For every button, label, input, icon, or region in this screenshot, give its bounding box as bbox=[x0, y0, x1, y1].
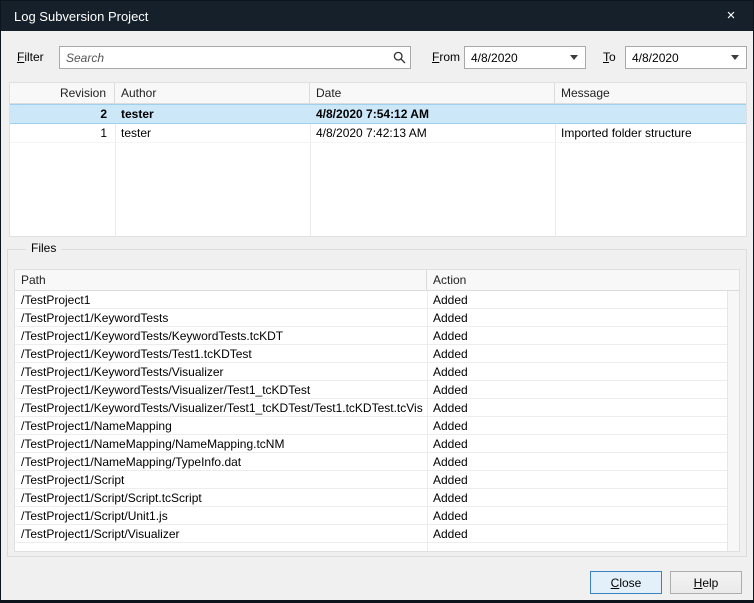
files-header: PathAction bbox=[15, 270, 739, 291]
search-box[interactable] bbox=[59, 46, 411, 69]
filter-label: Filter bbox=[17, 46, 44, 69]
cell-author: tester bbox=[115, 124, 310, 142]
revisions-header: RevisionAuthorDateMessage bbox=[10, 83, 746, 104]
cell-action: Added bbox=[427, 471, 739, 488]
close-icon[interactable]: × bbox=[709, 1, 753, 31]
cell-path: /TestProject1/NameMapping bbox=[15, 417, 427, 434]
file-row[interactable]: /TestProject1Added bbox=[15, 291, 739, 309]
cell-path: /TestProject1/NameMapping/TypeInfo.dat bbox=[15, 453, 427, 470]
window-title: Log Subversion Project bbox=[1, 9, 148, 24]
column-header-author[interactable]: Author bbox=[115, 83, 310, 103]
revision-row[interactable]: 1tester4/8/2020 7:42:13 AMImported folde… bbox=[10, 124, 746, 143]
search-input[interactable] bbox=[60, 47, 388, 68]
log-subversion-dialog: Log Subversion Project × Filter From 4/8… bbox=[0, 0, 754, 603]
cell-path: /TestProject1/KeywordTests bbox=[15, 309, 427, 326]
chevron-down-icon bbox=[570, 55, 578, 60]
cell-path: /TestProject1 bbox=[15, 291, 427, 308]
revision-row[interactable]: 2tester4/8/2020 7:54:12 AM bbox=[10, 104, 746, 124]
file-row[interactable]: /TestProject1/NameMapping/NameMapping.tc… bbox=[15, 435, 739, 453]
cell-author: tester bbox=[115, 105, 310, 123]
column-header-message[interactable]: Message bbox=[555, 83, 746, 103]
cell-action: Added bbox=[427, 453, 739, 470]
to-label: To bbox=[603, 46, 616, 69]
cell-revision: 2 bbox=[10, 105, 115, 123]
revisions-table: RevisionAuthorDateMessage 2tester4/8/202… bbox=[9, 82, 747, 237]
cell-action: Added bbox=[427, 291, 739, 308]
files-group: Files PathAction /TestProject1Added/Test… bbox=[7, 249, 747, 557]
file-row[interactable]: /TestProject1/KeywordTests/Visualizer/Te… bbox=[15, 381, 739, 399]
cell-revision: 1 bbox=[10, 124, 115, 142]
titlebar[interactable]: Log Subversion Project × bbox=[1, 1, 753, 31]
from-label: From bbox=[432, 46, 460, 69]
chevron-down-icon bbox=[731, 55, 739, 60]
cell-action: Added bbox=[427, 489, 739, 506]
cell-path: /TestProject1/Script/Script.tcScript bbox=[15, 489, 427, 506]
to-date-dropdown[interactable]: 4/8/2020 bbox=[625, 46, 747, 69]
file-row[interactable]: /TestProject1/KeywordTests/VisualizerAdd… bbox=[15, 363, 739, 381]
cell-action: Added bbox=[427, 327, 739, 344]
files-table: PathAction /TestProject1Added/TestProjec… bbox=[14, 269, 740, 552]
to-date-value: 4/8/2020 bbox=[626, 51, 731, 65]
cell-path: /TestProject1/Script/Unit1.js bbox=[15, 507, 427, 524]
cell-action: Added bbox=[427, 363, 739, 380]
file-row[interactable]: /TestProject1/Script/Unit1.jsAdded bbox=[15, 507, 739, 525]
file-row[interactable]: /TestProject1/KeywordTests/Visualizer/Te… bbox=[15, 399, 739, 417]
revisions-body: 2tester4/8/2020 7:54:12 AM1tester4/8/202… bbox=[10, 104, 746, 143]
column-header-action[interactable]: Action bbox=[427, 270, 739, 290]
cell-action: Added bbox=[427, 381, 739, 398]
cell-path: /TestProject1/KeywordTests/Visualizer bbox=[15, 363, 427, 380]
cell-action: Added bbox=[427, 507, 739, 524]
from-date-dropdown[interactable]: 4/8/2020 bbox=[464, 46, 586, 69]
cell-path: /TestProject1/Script bbox=[15, 471, 427, 488]
cell-action: Added bbox=[427, 309, 739, 326]
file-row[interactable]: /TestProject1/NameMapping/TypeInfo.datAd… bbox=[15, 453, 739, 471]
cell-path: /TestProject1/KeywordTests/Visualizer/Te… bbox=[15, 399, 427, 416]
file-row[interactable]: /TestProject1/Script/Script.tcScriptAdde… bbox=[15, 489, 739, 507]
grid-line bbox=[427, 291, 428, 551]
file-row[interactable]: /TestProject1/Script/VisualizerAdded bbox=[15, 525, 739, 543]
search-icon[interactable] bbox=[388, 51, 410, 64]
cell-message bbox=[555, 105, 746, 123]
cell-action: Added bbox=[427, 435, 739, 452]
column-header-revision[interactable]: Revision bbox=[10, 83, 115, 103]
cell-path: /TestProject1/Script/Visualizer bbox=[15, 525, 427, 542]
column-header-date[interactable]: Date bbox=[310, 83, 555, 103]
files-scrollbar[interactable] bbox=[727, 291, 739, 551]
file-row[interactable]: /TestProject1/ScriptAdded bbox=[15, 471, 739, 489]
files-group-label: Files bbox=[26, 241, 61, 255]
from-date-value: 4/8/2020 bbox=[465, 51, 570, 65]
help-button[interactable]: Help bbox=[670, 571, 742, 594]
cell-action: Added bbox=[427, 417, 739, 434]
cell-path: /TestProject1/KeywordTests/KeywordTests.… bbox=[15, 327, 427, 344]
cell-message: Imported folder structure bbox=[555, 124, 746, 142]
cell-action: Added bbox=[427, 525, 739, 542]
file-row[interactable]: /TestProject1/KeywordTests/Test1.tcKDTes… bbox=[15, 345, 739, 363]
close-button[interactable]: Close bbox=[590, 571, 662, 594]
cell-date: 4/8/2020 7:42:13 AM bbox=[310, 124, 555, 142]
cell-action: Added bbox=[427, 399, 739, 416]
cell-path: /TestProject1/KeywordTests/Test1.tcKDTes… bbox=[15, 345, 427, 362]
files-body: /TestProject1Added/TestProject1/KeywordT… bbox=[15, 291, 739, 543]
cell-date: 4/8/2020 7:54:12 AM bbox=[310, 105, 555, 123]
file-row[interactable]: /TestProject1/KeywordTestsAdded bbox=[15, 309, 739, 327]
column-header-path[interactable]: Path bbox=[15, 270, 427, 290]
file-row[interactable]: /TestProject1/NameMappingAdded bbox=[15, 417, 739, 435]
cell-path: /TestProject1/NameMapping/NameMapping.tc… bbox=[15, 435, 427, 452]
file-row[interactable]: /TestProject1/KeywordTests/KeywordTests.… bbox=[15, 327, 739, 345]
cell-path: /TestProject1/KeywordTests/Visualizer/Te… bbox=[15, 381, 427, 398]
cell-action: Added bbox=[427, 345, 739, 362]
